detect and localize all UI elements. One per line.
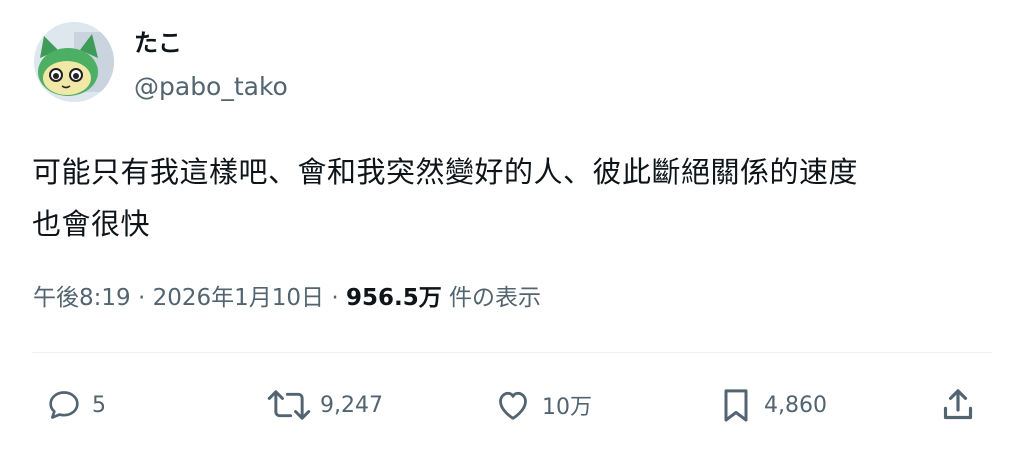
like-count: 10万 [542,395,592,420]
meta-separator: · [137,285,146,311]
post-text: 可能只有我這樣吧、會和我突然變好的人、彼此斷絕關係的速度 也會很快 [32,146,1002,250]
repost-count: 9,247 [320,392,383,418]
share-button[interactable] [938,385,978,425]
bookmark-button[interactable]: 4,860 [716,385,827,425]
reply-button[interactable]: 5 [44,385,106,425]
bookmark-count: 4,860 [764,392,827,418]
meta-separator: · [331,285,339,311]
post-time[interactable]: 午後8:19 [33,285,131,311]
reply-icon [49,391,79,419]
avatar[interactable] [34,22,114,102]
display-name[interactable]: たこ [134,28,182,58]
reply-count: 5 [92,392,106,418]
post-text-line-2: 也會很快 [32,207,151,241]
post-text-line-1: 可能只有我這樣吧、會和我突然變好的人、彼此斷絕關係的速度 [32,155,859,189]
views-label: 件の表示 [449,285,542,311]
post-meta: 午後8:19 · 2026年1月10日 · 956.5万 件の表示 [33,284,541,312]
repost-button[interactable]: 9,247 [266,385,383,425]
heart-icon [499,391,527,420]
bookmark-icon [724,389,748,422]
post-date[interactable]: 2026年1月10日 [153,285,324,311]
divider [32,352,992,353]
share-icon [943,389,973,420]
views-count: 956.5万 [345,285,442,311]
repost-icon [267,390,311,420]
like-button[interactable]: 10万 [492,385,592,425]
user-handle[interactable]: @pabo_tako [134,72,288,102]
frog-character-icon [34,22,114,102]
